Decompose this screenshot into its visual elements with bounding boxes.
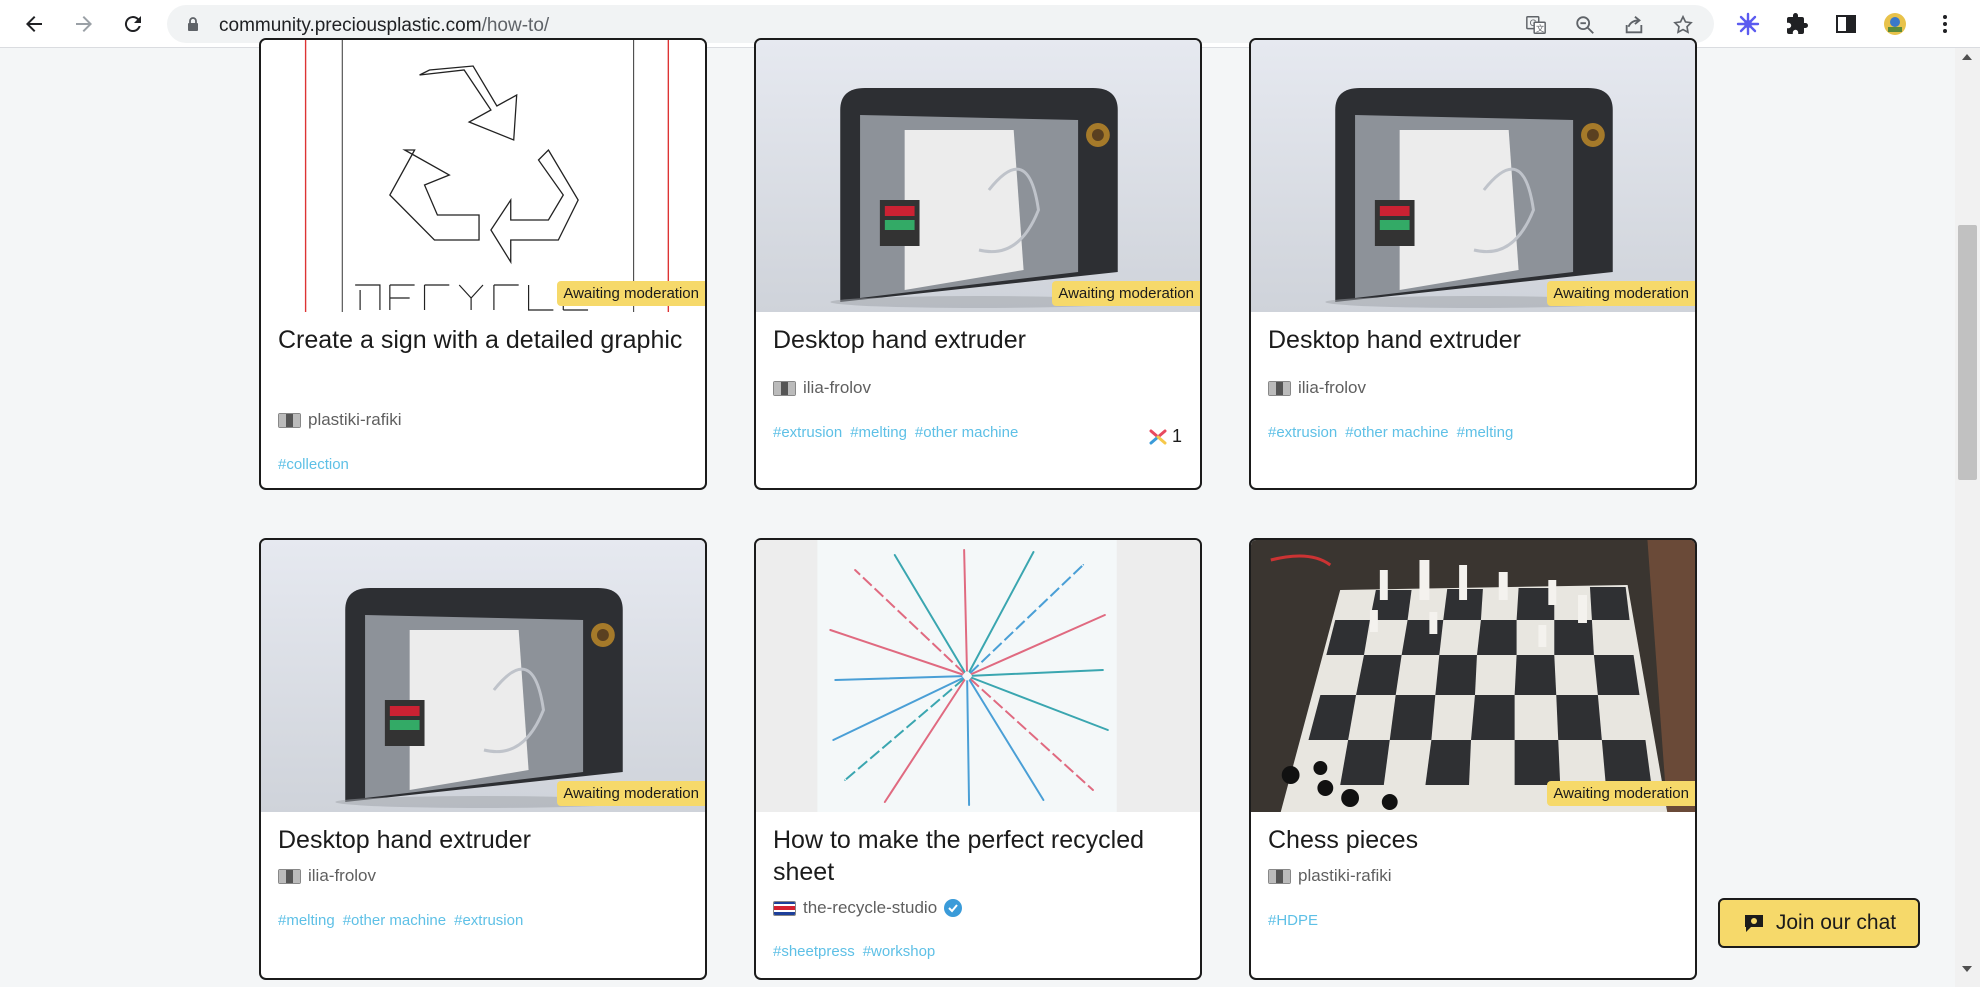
moderation-badge: Awaiting moderation: [557, 281, 705, 306]
card-title[interactable]: Desktop hand extruder: [1268, 324, 1683, 356]
chrome-menu-button[interactable]: [1931, 10, 1959, 38]
tag-link[interactable]: #HDPE: [1268, 912, 1318, 929]
card-author[interactable]: plastiki-rafiki: [278, 410, 402, 430]
translate-icon: G文: [1526, 16, 1546, 34]
card-author[interactable]: ilia-frolov: [278, 866, 376, 886]
back-button[interactable]: [16, 6, 52, 42]
card-title[interactable]: How to make the perfect recycled sheet: [773, 824, 1188, 888]
tag-link[interactable]: #other machine: [343, 912, 446, 929]
author-flag-icon: [278, 868, 301, 884]
translate-button[interactable]: G文: [1524, 13, 1548, 37]
join-chat-button[interactable]: Join our chat: [1718, 898, 1920, 948]
share-icon: [1625, 16, 1643, 34]
card-tags: #extrusion #other machine #melting: [1268, 424, 1513, 441]
zoom-button[interactable]: [1573, 13, 1597, 37]
author-flag-icon: [773, 900, 796, 916]
card-title[interactable]: Desktop hand extruder: [773, 324, 1188, 356]
scroll-up-arrow[interactable]: [1962, 54, 1972, 60]
card-image: [756, 540, 1200, 812]
side-panel-button[interactable]: [1832, 10, 1860, 38]
scroll-down-arrow[interactable]: [1962, 966, 1972, 972]
side-panel-icon: [1836, 15, 1856, 33]
profile-button[interactable]: [1881, 10, 1909, 38]
howto-card[interactable]: Awaiting moderation Create a sign with a…: [259, 38, 707, 490]
card-tags: #HDPE: [1268, 912, 1318, 929]
card-title[interactable]: Desktop hand extruder: [278, 824, 693, 856]
author-name: plastiki-rafiki: [308, 410, 402, 429]
author-name: ilia-frolov: [308, 866, 377, 885]
zoom-out-icon: [1576, 16, 1594, 34]
tag-link[interactable]: #workshop: [863, 943, 936, 960]
card-tags: #melting #other machine #extrusion: [278, 912, 523, 929]
chat-icon: [1744, 915, 1763, 932]
tag-link[interactable]: #extrusion: [1268, 424, 1337, 441]
tag-link[interactable]: #melting: [1457, 424, 1514, 441]
howto-card[interactable]: How to make the perfect recycled sheet t…: [754, 538, 1202, 980]
moderation-badge: Awaiting moderation: [557, 781, 705, 806]
scrollbar-track[interactable]: [1955, 48, 1980, 987]
card-tags: #sheetpress #workshop: [773, 943, 935, 960]
forward-icon: [76, 16, 92, 32]
author-name: plastiki-rafiki: [1298, 866, 1392, 885]
menu-icon: [1943, 15, 1947, 33]
tag-link[interactable]: #extrusion: [773, 424, 842, 441]
card-image: [1251, 540, 1695, 812]
card-title[interactable]: Create a sign with a detailed graphic: [278, 324, 693, 356]
useful-icon: [1149, 429, 1167, 444]
star-icon: [1673, 14, 1693, 34]
card-image: [261, 540, 705, 812]
url-text: community.preciousplastic.com/how-to/: [219, 15, 550, 36]
card-tags: #collection: [278, 456, 349, 473]
svg-text:文: 文: [1536, 23, 1544, 33]
lock-icon: [188, 17, 198, 31]
author-name: ilia-frolov: [803, 378, 872, 397]
back-icon: [26, 16, 42, 32]
author-flag-icon: [773, 380, 796, 396]
tag-link[interactable]: #other machine: [915, 424, 1018, 441]
useful-count: 1: [1148, 426, 1182, 447]
author-flag-icon: [1268, 380, 1291, 396]
tag-link[interactable]: #collection: [278, 456, 349, 473]
tag-link[interactable]: #sheetpress: [773, 943, 855, 960]
card-image: [1251, 40, 1695, 312]
tag-link[interactable]: #melting: [850, 424, 907, 441]
scrollbar-thumb[interactable]: [1958, 225, 1977, 480]
card-author[interactable]: ilia-frolov: [773, 378, 871, 398]
card-author[interactable]: the-recycle-studio: [773, 898, 963, 918]
author-name: the-recycle-studio: [803, 898, 938, 917]
extensions-menu-button[interactable]: [1783, 10, 1811, 38]
author-name: ilia-frolov: [1298, 378, 1367, 397]
moderation-badge: Awaiting moderation: [1052, 281, 1200, 306]
extension-button[interactable]: [1734, 10, 1762, 38]
card-image: [261, 40, 705, 312]
moderation-badge: Awaiting moderation: [1547, 781, 1695, 806]
tag-link[interactable]: #other machine: [1345, 424, 1448, 441]
card-title[interactable]: Chess pieces: [1268, 824, 1683, 856]
howto-card[interactable]: Awaiting moderation Desktop hand extrude…: [1249, 38, 1697, 490]
card-author[interactable]: plastiki-rafiki: [1268, 866, 1392, 886]
forward-button[interactable]: [66, 6, 102, 42]
howto-card[interactable]: Awaiting moderation Chess pieces plastik…: [1249, 538, 1697, 980]
card-tags: #extrusion #melting #other machine: [773, 424, 1018, 441]
moderation-badge: Awaiting moderation: [1547, 281, 1695, 306]
extension-icon: [1736, 12, 1760, 36]
howto-card[interactable]: Awaiting moderation Desktop hand extrude…: [259, 538, 707, 980]
bookmark-button[interactable]: [1671, 13, 1695, 37]
puzzle-icon: [1787, 13, 1808, 34]
author-flag-icon: [1268, 868, 1291, 884]
reload-icon: [124, 16, 141, 33]
card-image: [756, 40, 1200, 312]
tag-link[interactable]: #melting: [278, 912, 335, 929]
card-author[interactable]: ilia-frolov: [1268, 378, 1366, 398]
verified-icon: [944, 899, 963, 917]
join-chat-label: Join our chat: [1775, 911, 1897, 934]
tag-link[interactable]: #extrusion: [454, 912, 523, 929]
howto-card[interactable]: Awaiting moderation Desktop hand extrude…: [754, 38, 1202, 490]
author-flag-icon: [278, 412, 301, 428]
reload-button[interactable]: [115, 6, 151, 42]
share-button[interactable]: [1622, 13, 1646, 37]
profile-icon: [1884, 13, 1906, 35]
